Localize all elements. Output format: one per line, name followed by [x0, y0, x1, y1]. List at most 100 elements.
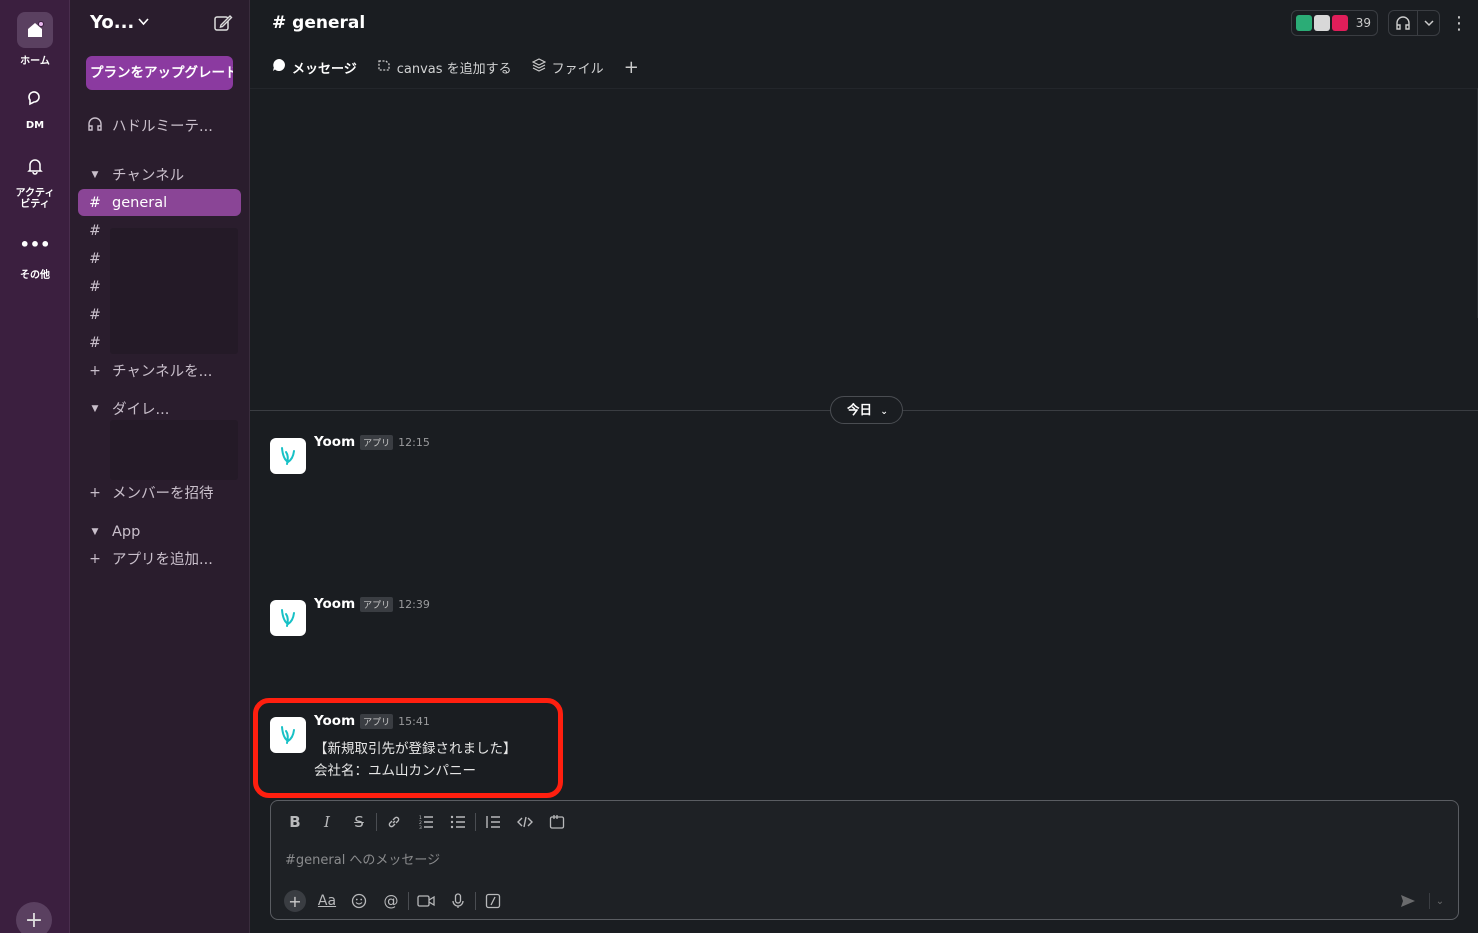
channel-title[interactable]: # general	[272, 13, 365, 33]
hash-icon: #	[89, 194, 101, 211]
add-app-label: アプリを追加...	[112, 552, 213, 568]
author-name[interactable]: Yoom	[314, 596, 355, 612]
headphones-icon	[78, 116, 112, 136]
chevron-down-icon[interactable]	[1417, 11, 1439, 35]
text-format-icon[interactable]: Aa	[311, 889, 343, 913]
redacted-area	[110, 420, 238, 480]
divider	[408, 892, 409, 910]
strikethrough-icon[interactable]: S	[343, 811, 375, 833]
sidebar-section-channels[interactable]: ▼ チャンネル	[78, 161, 241, 188]
divider	[250, 88, 1478, 89]
add-channel-label: チャンネルを...	[112, 364, 213, 380]
app-avatar-icon[interactable]	[270, 438, 306, 474]
compose-icon[interactable]	[213, 13, 233, 33]
member-count: 39	[1355, 16, 1371, 30]
bulleted-list-icon[interactable]	[442, 811, 474, 833]
more-icon: •••	[19, 234, 51, 254]
app-badge: アプリ	[360, 434, 394, 450]
sidebar-item-general[interactable]: # general	[78, 189, 241, 216]
files-icon	[531, 58, 547, 76]
timestamp[interactable]: 12:39	[398, 598, 430, 611]
message-input[interactable]	[285, 849, 1445, 871]
tab-label: canvas を追加する	[396, 61, 512, 77]
date-divider-button[interactable]: 今日 ⌄	[830, 396, 903, 424]
message-icon	[272, 58, 286, 76]
members-button[interactable]: 39	[1290, 10, 1378, 36]
workspace-rail: ホーム DM アクティ ビティ ••• その他 +	[0, 0, 70, 933]
italic-icon[interactable]: I	[311, 811, 343, 833]
rail-more[interactable]: ••• その他	[0, 226, 70, 282]
sidebar-item-huddles[interactable]: ハドルミーテ...	[78, 112, 241, 139]
hash-icon: #	[89, 250, 101, 267]
add-workspace-button[interactable]: +	[16, 902, 52, 933]
hash-icon: #	[89, 278, 101, 295]
caret-down-icon: ▼	[91, 169, 99, 180]
header-actions: 39 ⋮	[1290, 10, 1468, 36]
chevron-down-icon: ⌄	[880, 407, 888, 417]
bold-icon[interactable]: B	[279, 811, 311, 833]
ordered-list-icon[interactable]: 123	[410, 811, 442, 833]
chevron-down-icon[interactable]	[138, 16, 149, 29]
sidebar-section-apps[interactable]: ▼ App	[78, 518, 241, 545]
composer-actions: + Aa @	[279, 889, 509, 913]
section-header: ダイレ...	[112, 402, 170, 418]
link-icon[interactable]	[378, 811, 410, 833]
emoji-icon[interactable]	[343, 889, 375, 913]
canvas-icon	[377, 58, 391, 76]
sidebar-section-dms[interactable]: ▼ ダイレ...	[78, 395, 241, 422]
attach-plus-icon[interactable]: +	[284, 890, 306, 912]
section-header: App	[112, 523, 141, 540]
app-avatar-icon[interactable]	[270, 600, 306, 636]
bell-icon	[17, 148, 53, 184]
sidebar-item-label: ハドルミーテ...	[112, 119, 213, 135]
rail-more-label: その他	[20, 270, 50, 281]
mention-icon[interactable]: @	[375, 889, 407, 913]
tab-messages[interactable]: メッセージ	[272, 56, 357, 78]
add-channel-button[interactable]: + チャンネルを...	[78, 357, 241, 384]
hash-icon: #	[89, 222, 101, 239]
tab-canvas[interactable]: canvas を追加する	[377, 56, 512, 78]
tab-label: ファイル	[551, 61, 604, 77]
dm-icon	[17, 80, 53, 116]
blockquote-icon[interactable]	[477, 811, 509, 833]
upgrade-plan-button[interactable]: プランをアップグレード	[86, 56, 233, 90]
plus-icon: +	[24, 907, 44, 933]
add-app-button[interactable]: + アプリを追加...	[78, 545, 241, 572]
code-block-icon[interactable]	[541, 811, 573, 833]
divider	[1429, 893, 1430, 909]
slash-command-icon[interactable]	[477, 889, 509, 913]
add-tab-icon[interactable]: +	[624, 57, 639, 78]
divider	[376, 813, 377, 831]
section-header: チャンネル	[112, 168, 185, 184]
rail-dm[interactable]: DM	[0, 80, 70, 131]
rail-dm-label: DM	[25, 120, 45, 131]
video-icon[interactable]	[410, 889, 442, 913]
author-name[interactable]: Yoom	[314, 434, 355, 450]
message-header: Yoom アプリ 12:15	[314, 434, 430, 450]
code-icon[interactable]	[509, 811, 541, 833]
microphone-icon[interactable]	[442, 889, 474, 913]
avatar	[1331, 15, 1348, 31]
divider	[475, 813, 476, 831]
timestamp[interactable]: 12:15	[398, 436, 430, 449]
divider	[475, 892, 476, 910]
send-icon[interactable]	[1396, 889, 1420, 913]
rail-activity[interactable]: アクティ ビティ	[0, 148, 70, 210]
workspace-name[interactable]: Yo...	[90, 12, 134, 33]
plus-icon: +	[89, 362, 101, 379]
invite-label: メンバーを招待	[112, 486, 214, 502]
message-composer: B I S 123 +	[270, 800, 1459, 920]
formatting-toolbar: B I S 123	[279, 811, 573, 833]
rail-activity-label: アクティ ビティ	[15, 188, 55, 210]
message-header: Yoom アプリ 12:39	[314, 596, 430, 612]
chevron-down-icon[interactable]: ⌄	[1432, 889, 1448, 913]
kebab-menu-icon[interactable]: ⋮	[1450, 13, 1468, 34]
huddle-button[interactable]	[1388, 10, 1440, 36]
tab-files[interactable]: ファイル	[531, 56, 604, 78]
headphones-icon[interactable]	[1389, 11, 1417, 35]
highlight-annotation	[253, 698, 563, 798]
channel-sidebar: Yo... プランをアップグレード ハドルミーテ... ▼ チャンネル # ge…	[70, 0, 250, 933]
svg-text:3: 3	[419, 825, 422, 830]
rail-home[interactable]: ホーム	[0, 12, 70, 67]
invite-members-button[interactable]: + メンバーを招待	[78, 479, 241, 506]
